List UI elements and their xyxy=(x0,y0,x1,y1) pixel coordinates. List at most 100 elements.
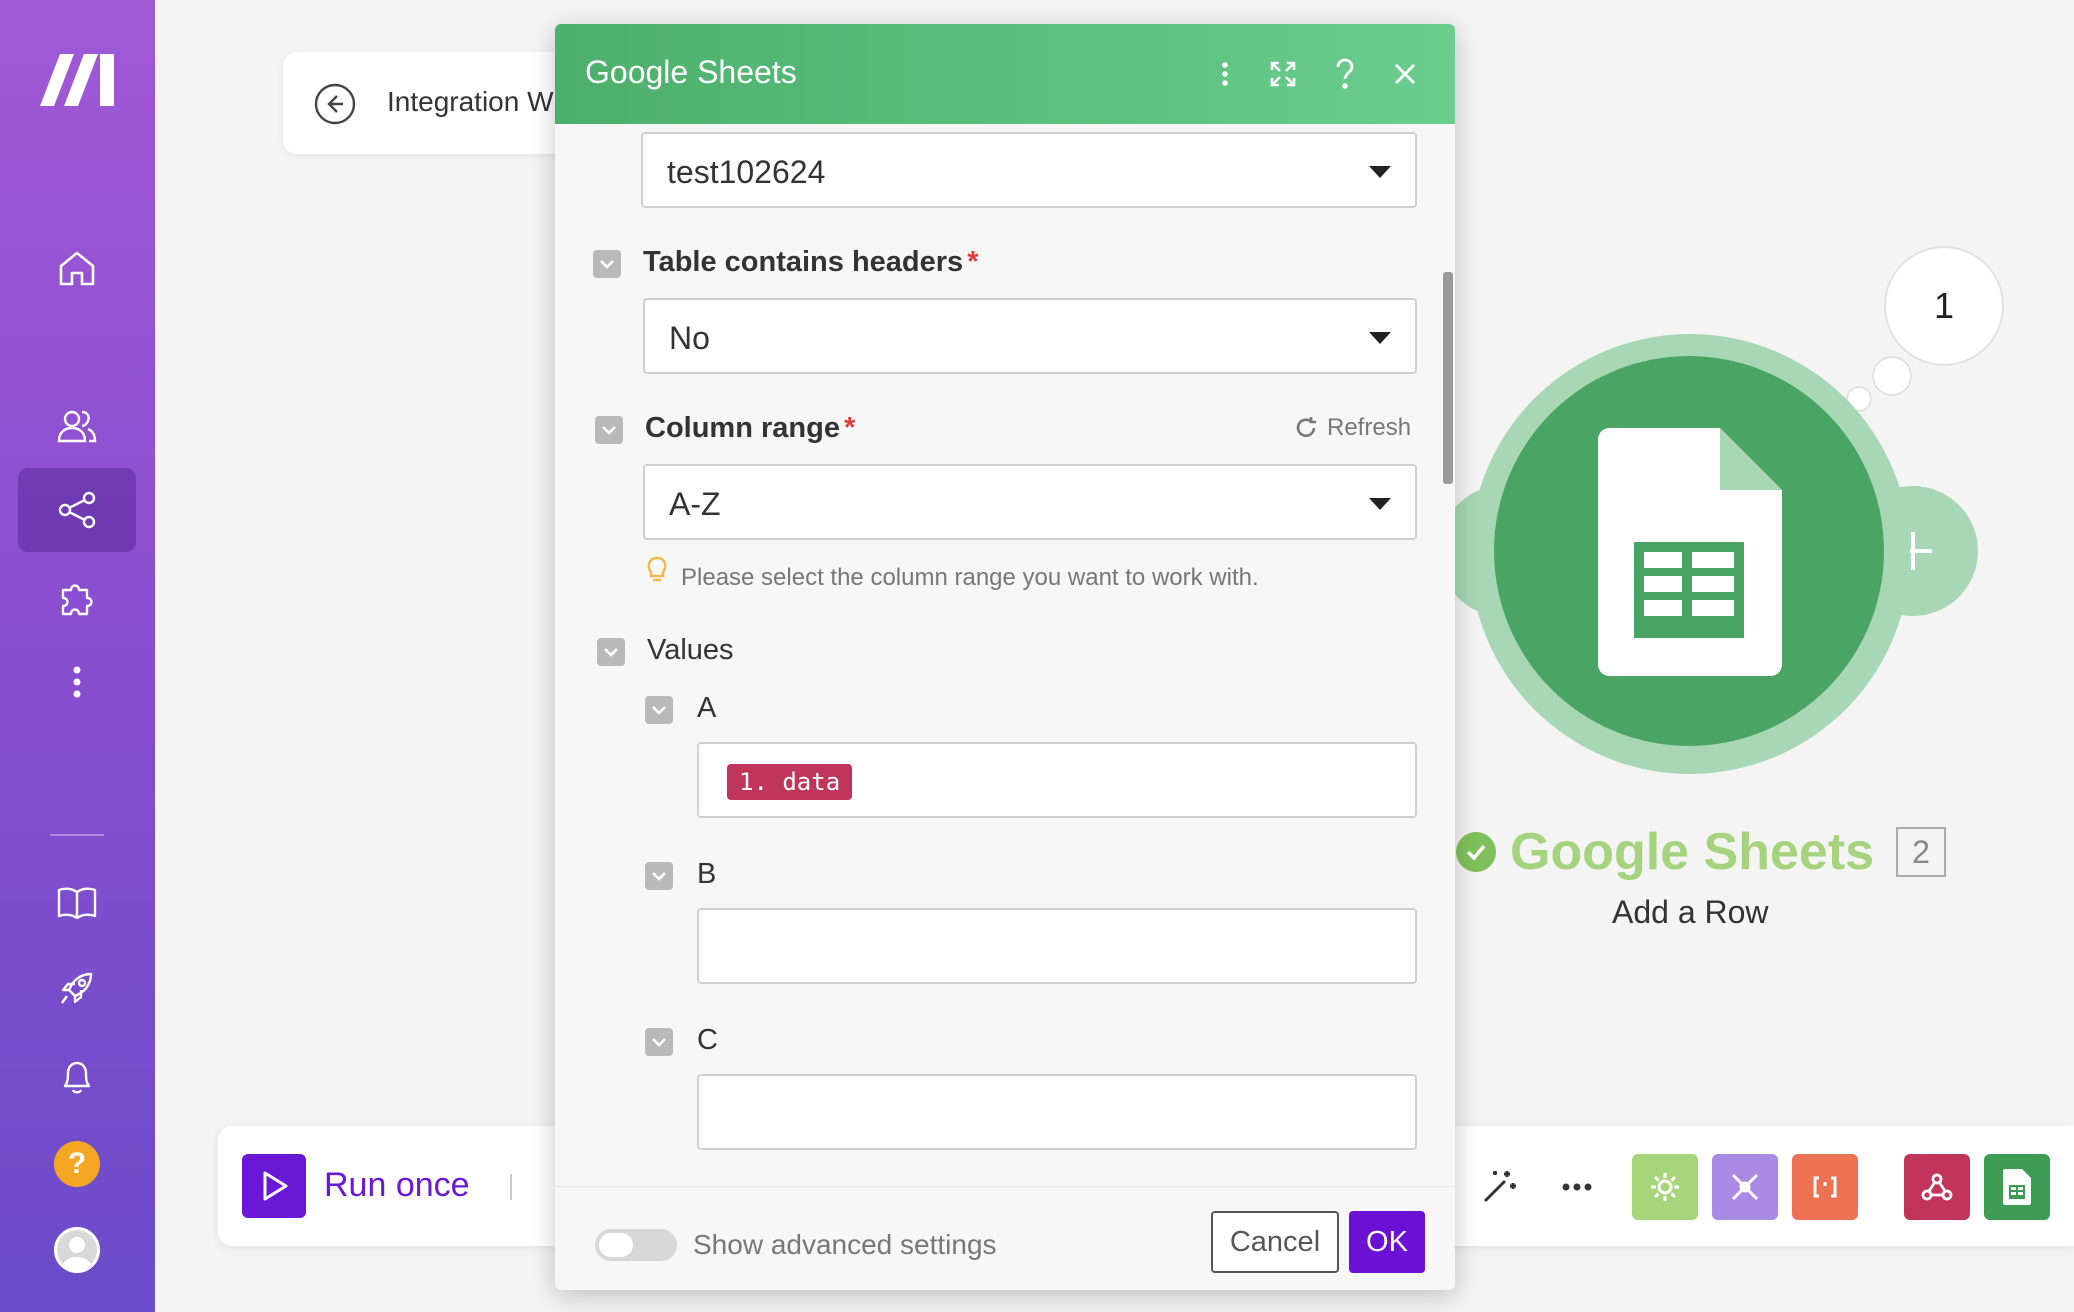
home-icon xyxy=(59,251,95,286)
column-c-input[interactable] xyxy=(697,1074,1417,1150)
column-b-input[interactable] xyxy=(697,908,1417,984)
sidebar-item-team[interactable] xyxy=(18,384,136,468)
run-once-label[interactable]: Run once xyxy=(324,1166,470,1205)
more-horizontal-icon xyxy=(1562,1183,1592,1191)
more-vertical-icon xyxy=(73,666,81,698)
scenario-name[interactable]: Integration W xyxy=(387,86,554,118)
chevron-down-icon xyxy=(1369,332,1391,344)
chevron-down-icon xyxy=(652,1038,666,1047)
google-sheets-icon xyxy=(1598,428,1782,676)
dialog-expand-button[interactable] xyxy=(1263,54,1303,94)
column-range-hint: Please select the column range you want … xyxy=(681,564,1259,591)
sidebar-item-docs[interactable] xyxy=(18,860,136,944)
brackets-icon xyxy=(1813,1176,1837,1198)
headers-collapse-toggle[interactable] xyxy=(593,250,621,278)
module-id-badge: 2 xyxy=(1896,827,1947,877)
dialog-help-button[interactable] xyxy=(1325,54,1365,94)
sidebar-item-launch[interactable] xyxy=(18,946,136,1030)
refresh-button[interactable]: Refresh xyxy=(1293,414,1411,442)
webhooks-button[interactable] xyxy=(1904,1154,1970,1220)
tools-icon xyxy=(1731,1173,1759,1201)
ok-button[interactable]: OK xyxy=(1349,1211,1425,1273)
column-a-label: A xyxy=(697,692,717,724)
more-tools-button[interactable] xyxy=(1544,1154,1610,1220)
column-range-label-text: Column range xyxy=(645,412,840,444)
make-logo-icon[interactable] xyxy=(38,50,118,110)
column-c-collapse-toggle[interactable] xyxy=(645,1028,673,1056)
bell-icon xyxy=(63,1061,91,1094)
run-once-button[interactable] xyxy=(242,1154,306,1218)
cancel-button[interactable]: Cancel xyxy=(1211,1211,1339,1273)
lightbulb-icon xyxy=(647,556,667,582)
check-icon xyxy=(1456,832,1496,872)
user-avatar-icon xyxy=(62,1237,92,1270)
column-a-collapse-toggle[interactable] xyxy=(645,696,673,724)
toggle-knob xyxy=(599,1233,633,1257)
sidebar: ? xyxy=(0,0,155,1312)
tools-settings-button[interactable] xyxy=(1632,1154,1698,1220)
share-icon xyxy=(58,491,96,529)
avatar[interactable] xyxy=(54,1227,100,1273)
refresh-label: Refresh xyxy=(1327,414,1412,441)
operations-bubble[interactable]: 1 xyxy=(1884,246,2004,366)
sheet-name-select[interactable]: test102624 xyxy=(641,132,1417,208)
sheet-name-value: test102624 xyxy=(667,154,826,190)
bubble-tail-large xyxy=(1872,356,1912,396)
column-range-collapse-toggle[interactable] xyxy=(595,416,623,444)
column-b-label: B xyxy=(697,858,717,890)
mapped-value-pill[interactable]: 1. data xyxy=(727,764,853,800)
chevron-down-icon xyxy=(604,648,618,657)
auto-align-button[interactable] xyxy=(1466,1154,1532,1220)
headers-label: Table contains headers * xyxy=(643,246,978,279)
google-sheets-tool-button[interactable] xyxy=(1984,1154,2050,1220)
help-icon[interactable]: ? xyxy=(54,1141,100,1187)
play-icon xyxy=(263,1171,288,1201)
flow-control-button[interactable] xyxy=(1712,1154,1778,1220)
refresh-icon xyxy=(1296,417,1316,437)
sidebar-item-apps[interactable] xyxy=(18,556,136,640)
dialog-title: Google Sheets xyxy=(585,54,797,90)
magic-wand-icon xyxy=(1483,1171,1516,1203)
operations-count: 1 xyxy=(1933,285,1955,326)
headers-select[interactable]: No xyxy=(643,298,1417,374)
dialog-close-button[interactable] xyxy=(1385,54,1425,94)
dialog-menu-button[interactable] xyxy=(1205,54,1245,94)
column-range-label: Column range * xyxy=(645,412,855,445)
advanced-settings-label[interactable]: Show advanced settings xyxy=(693,1229,997,1261)
module-title[interactable]: Google Sheets 2 xyxy=(1456,822,1947,882)
webhook-icon xyxy=(1921,1173,1953,1201)
chevron-down-icon xyxy=(652,706,666,715)
headers-value: No xyxy=(669,320,710,356)
column-a-input[interactable]: 1. data xyxy=(697,742,1417,818)
sidebar-divider xyxy=(50,834,104,836)
toolbar-separator xyxy=(510,1174,512,1200)
rocket-icon xyxy=(61,972,93,1004)
values-label: Values xyxy=(647,634,734,666)
help-glyph: ? xyxy=(67,1147,87,1180)
expand-icon xyxy=(1270,61,1296,87)
column-range-select[interactable]: A-Z xyxy=(643,464,1417,540)
sheets-small-icon xyxy=(2003,1169,2031,1205)
users-icon xyxy=(57,410,97,443)
chevron-down-icon xyxy=(652,872,666,881)
module-title-text: Google Sheets xyxy=(1510,823,1875,881)
sidebar-item-more[interactable] xyxy=(18,640,136,724)
column-c-label: C xyxy=(697,1024,718,1056)
book-icon xyxy=(57,887,97,920)
advanced-settings-toggle[interactable] xyxy=(595,1229,677,1261)
sidebar-item-notifications[interactable] xyxy=(18,1034,136,1118)
sidebar-item-home[interactable] xyxy=(18,226,136,310)
text-parser-button[interactable] xyxy=(1792,1154,1858,1220)
module-settings-dialog: Google Sheets test102624 Table contains … xyxy=(555,24,1455,1290)
more-vertical-icon xyxy=(1222,62,1228,86)
back-arrow-icon[interactable] xyxy=(313,82,357,126)
column-range-value: A-Z xyxy=(669,486,721,522)
gear-icon xyxy=(1651,1173,1679,1201)
chevron-down-icon xyxy=(1369,498,1391,510)
required-mark: * xyxy=(843,412,856,444)
dialog-scrollbar[interactable] xyxy=(1443,272,1453,484)
sidebar-item-scenarios[interactable] xyxy=(18,468,136,552)
column-b-collapse-toggle[interactable] xyxy=(645,862,673,890)
headers-label-text: Table contains headers xyxy=(643,246,964,278)
values-collapse-toggle[interactable] xyxy=(597,638,625,666)
